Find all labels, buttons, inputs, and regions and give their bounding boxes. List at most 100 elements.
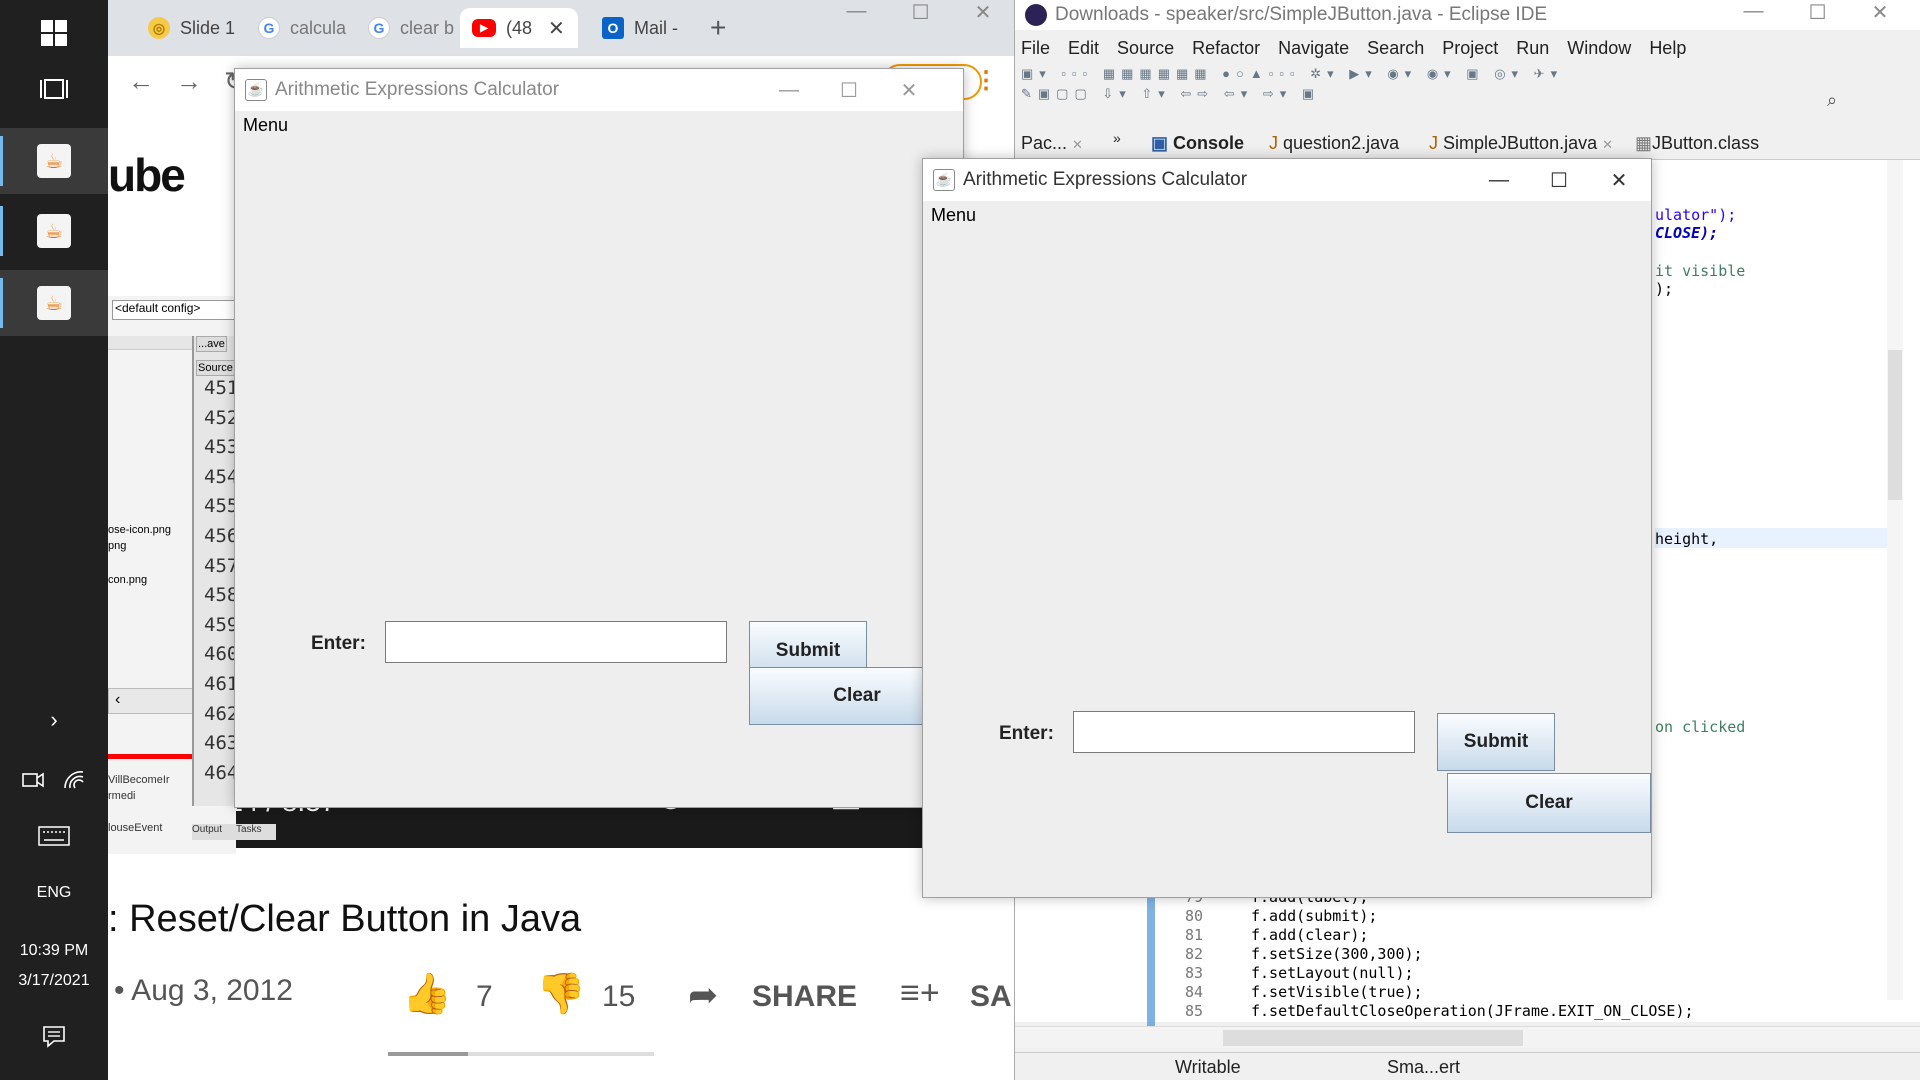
code-line: 85 f.setDefaultCloseOperation(JFrame.EXIT… [1155, 1002, 1694, 1021]
menu-run[interactable]: Run [1516, 38, 1549, 59]
close-icon[interactable]: ✕ [1589, 159, 1649, 201]
close-tab-icon[interactable]: ✕ [1072, 137, 1083, 152]
tab-youtube[interactable]: ▶ (48 ✕ [460, 8, 578, 48]
menu-edit[interactable]: Edit [1068, 38, 1099, 59]
more-views-icon[interactable]: » [1113, 130, 1121, 146]
tab-console[interactable]: ▣ Console [1151, 133, 1244, 154]
scrollbar-thumb[interactable] [1223, 1030, 1523, 1046]
show-hidden-icons[interactable]: › [0, 700, 108, 740]
tab-google-clear[interactable]: G clear b [348, 8, 458, 48]
task-view-button[interactable] [0, 56, 108, 122]
new-tab-button[interactable]: + [696, 8, 746, 48]
save-label[interactable]: SA [970, 980, 1012, 1014]
keyboard-icon [38, 826, 70, 846]
menu-file[interactable]: File [1021, 38, 1050, 59]
calculator-titlebar: ☕ Arithmetic Expressions Calculator — ☐ … [235, 69, 963, 111]
file-item-0[interactable]: ose-icon.png [108, 524, 171, 536]
menu-button[interactable]: Menu [931, 205, 976, 225]
enter-label: Enter: [999, 723, 1054, 744]
maximize-icon[interactable]: ☐ [1529, 159, 1589, 201]
file-item-1[interactable]: png [108, 540, 126, 552]
menu-refactor[interactable]: Refactor [1192, 38, 1260, 59]
tab-question2[interactable]: J question2.java [1269, 133, 1399, 154]
misc-text-0: VillBecomeIr [108, 774, 170, 786]
menu-dots-icon[interactable]: ⋮ [974, 66, 998, 95]
save-playlist-icon[interactable]: ≡+ [900, 974, 940, 1013]
panel-tab[interactable]: ...ave [196, 336, 227, 352]
tab-label: SimpleJButton.java [1443, 133, 1598, 153]
minimize-icon[interactable]: — [847, 0, 867, 28]
menu-button[interactable]: Menu [243, 115, 288, 135]
tab-jbutton-class[interactable]: ▦JButton.class [1635, 133, 1759, 154]
file-item-2[interactable]: con.png [108, 574, 147, 586]
touch-keyboard-button[interactable] [0, 816, 108, 856]
tab-google-calcula[interactable]: G calcula [238, 8, 348, 48]
menu-source[interactable]: Source [1117, 38, 1174, 59]
scroll-left-icon[interactable]: ‹ [115, 691, 120, 709]
config-select[interactable]: <default config> [112, 300, 236, 320]
minimize-icon[interactable]: — [1744, 0, 1764, 25]
maximize-icon[interactable]: ☐ [1809, 0, 1827, 25]
back-icon[interactable]: ← [128, 66, 154, 97]
code-fragment-3: ); [1655, 280, 1674, 298]
close-tab-icon[interactable]: ✕ [1602, 137, 1613, 152]
dislike-icon[interactable]: 👎 [536, 970, 586, 1017]
code-line-text: f.setLayout(null); [1251, 964, 1414, 982]
taskbar-java-app-2[interactable]: ☕ [0, 198, 108, 264]
minimize-icon[interactable]: — [759, 69, 819, 111]
scrollbar-thumb[interactable] [1888, 350, 1902, 500]
tab-label: JButton.class [1652, 133, 1760, 153]
menu-search[interactable]: Search [1367, 38, 1424, 59]
horizontal-scrollbar[interactable] [1015, 1026, 1920, 1048]
code-line-number: 82 [1184, 945, 1203, 963]
tab-slide-1[interactable]: ◎ Slide 1 [128, 8, 238, 48]
forward-icon[interactable]: → [176, 66, 202, 97]
windows-taskbar: ☕ ☕ ☕ › ENG 10:39 PM 3/17/2021 [0, 0, 108, 1080]
menu-project[interactable]: Project [1442, 38, 1498, 59]
meet-now-button[interactable] [0, 760, 108, 800]
like-icon[interactable]: 👍 [402, 970, 452, 1017]
calculator-menubar: Menu [235, 111, 963, 139]
close-icon[interactable]: ✕ [879, 69, 939, 111]
submit-button[interactable]: Submit [1437, 713, 1555, 771]
expression-input[interactable] [385, 621, 727, 663]
share-label[interactable]: SHARE [752, 980, 857, 1014]
code-fragment-0: ulator"); [1655, 206, 1737, 224]
menu-help[interactable]: Help [1649, 38, 1686, 59]
eclipse-toolbar[interactable]: ▣▾ ▫▫▫ ▦▦▦▦▦▦ ●○▲▫▫▫ ✲▾ ▶▾ ◉▾ ◉▾ ▣ ◎▾ ✈▾… [1021, 64, 1911, 108]
eclipse-window-controls: — ☐ ✕ [1721, 0, 1911, 25]
enter-label: Enter: [311, 633, 366, 654]
taskbar-java-app-3[interactable]: ☕ [0, 270, 108, 336]
code-line-text: f.setVisible(true); [1251, 983, 1423, 1001]
expression-input[interactable] [1073, 711, 1415, 753]
tab-outlook-mail[interactable]: O Mail - [582, 8, 692, 48]
tab-label: calcula [290, 17, 347, 38]
google-icon: G [258, 17, 280, 39]
clock-date[interactable]: 3/17/2021 [0, 972, 108, 990]
action-center-button[interactable] [0, 1014, 108, 1058]
tasks-tab[interactable]: Tasks [236, 824, 262, 835]
menu-window[interactable]: Window [1567, 38, 1631, 59]
code-line: 82 f.setSize(300,300); [1155, 945, 1694, 964]
code-line-text: f.add(submit); [1251, 907, 1378, 925]
close-icon[interactable]: ✕ [975, 0, 992, 28]
code-line: 84 f.setVisible(true); [1155, 983, 1694, 1002]
close-tab-icon[interactable]: ✕ [548, 16, 565, 41]
output-tab[interactable]: Output [192, 824, 222, 835]
taskbar-java-app-1[interactable]: ☕ [0, 128, 108, 194]
clock-time[interactable]: 10:39 PM [0, 942, 108, 960]
maximize-icon[interactable]: ☐ [819, 69, 879, 111]
close-icon[interactable]: ✕ [1872, 0, 1889, 25]
language-indicator[interactable]: ENG [0, 884, 108, 902]
vertical-scrollbar[interactable] [1887, 160, 1903, 1000]
eclipse-title: Downloads - speaker/src/SimpleJButton.ja… [1055, 4, 1548, 25]
tab-simplejbutton[interactable]: J SimpleJButton.java ✕ [1429, 133, 1613, 154]
clear-button[interactable]: Clear [1447, 773, 1651, 833]
tab-package-explorer[interactable]: Pac... ✕ [1021, 133, 1083, 154]
minimize-icon[interactable]: — [1469, 159, 1529, 201]
maximize-icon[interactable]: ☐ [912, 0, 930, 28]
menu-navigate[interactable]: Navigate [1278, 38, 1349, 59]
video-date: • Aug 3, 2012 [114, 974, 293, 1007]
search-icon[interactable]: ⌕ [1827, 90, 1837, 111]
share-icon[interactable]: ➦ [688, 974, 718, 1016]
